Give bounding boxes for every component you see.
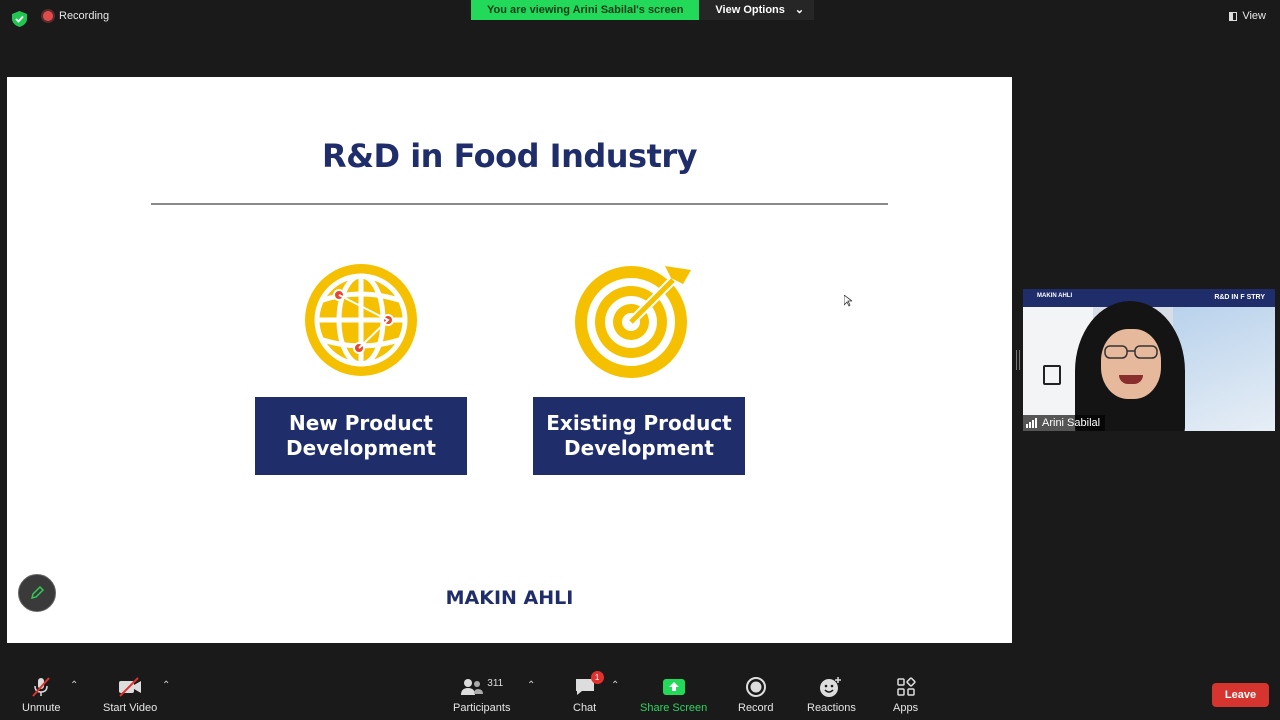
recording-dot-icon xyxy=(43,11,53,21)
participant-name-tag: Arini Sabilal xyxy=(1023,415,1106,431)
view-options-label: View Options xyxy=(715,4,785,16)
slide-title: R&D in Food Industry xyxy=(321,137,698,175)
view-options-button[interactable]: View Options ⌄ xyxy=(699,0,815,20)
video-options-caret[interactable]: ⌃ xyxy=(162,680,170,691)
reactions-label: Reactions xyxy=(807,702,856,714)
share-screen-label: Share Screen xyxy=(640,702,708,714)
view-button[interactable]: View xyxy=(1229,10,1266,22)
chat-button[interactable]: 1 Chat xyxy=(573,671,604,714)
box2-line1: Existing Product xyxy=(546,411,732,435)
apps-label: Apps xyxy=(893,702,919,714)
audio-options-caret[interactable]: ⌃ xyxy=(70,680,78,691)
participant-name: Arini Sabilal xyxy=(1042,417,1101,429)
mouse-cursor-icon xyxy=(844,295,852,307)
box1-line1: New Product xyxy=(289,411,433,435)
signal-bars-icon xyxy=(1026,418,1037,428)
document-icon xyxy=(1043,365,1061,385)
view-label: View xyxy=(1242,10,1266,22)
share-screen-icon xyxy=(662,679,685,695)
participant-face xyxy=(1101,329,1161,399)
video-off-icon xyxy=(119,677,142,697)
view-layout-icon xyxy=(1229,11,1238,21)
apps-icon xyxy=(896,677,916,696)
footer-brand: MAKIN AHLI xyxy=(445,587,574,609)
band-right-text: R&D IN F STRY xyxy=(1214,294,1265,301)
unmute-label: Unmute xyxy=(22,702,61,714)
video-background-lab xyxy=(1173,307,1275,431)
start-video-button[interactable]: Start Video xyxy=(103,676,157,714)
participants-options-caret[interactable]: ⌃ xyxy=(527,680,535,691)
participants-icon xyxy=(461,679,484,695)
share-screen-button[interactable]: Share Screen xyxy=(640,676,707,714)
shared-screen-slide: R&D in Food Industry New Product Develop… xyxy=(7,77,1012,643)
participant-video-tile[interactable]: MAKIN AHLI R&D IN F STRY Arini Sabilal xyxy=(1023,289,1275,431)
annotate-pen-button[interactable] xyxy=(18,574,56,612)
pen-icon xyxy=(30,585,45,600)
box2-line2: Development xyxy=(564,436,714,460)
band-left-text: MAKIN AHLI xyxy=(1037,293,1073,299)
chat-label: Chat xyxy=(573,702,597,714)
target-icon xyxy=(575,266,691,378)
participants-count: 311 xyxy=(487,677,504,689)
panel-splitter-handle[interactable] xyxy=(1016,350,1020,370)
viewing-message: You are viewing Arini Sabilal's screen xyxy=(471,0,700,20)
record-button[interactable]: Record xyxy=(738,676,773,714)
reactions-smiley-icon xyxy=(820,677,842,697)
apps-button[interactable]: Apps xyxy=(893,676,918,714)
record-label: Record xyxy=(738,702,774,714)
recording-label: Recording xyxy=(59,10,110,22)
chat-unread-badge: 1 xyxy=(590,671,604,684)
leave-button[interactable]: Leave xyxy=(1212,683,1269,707)
video-header-band: MAKIN AHLI R&D IN F STRY xyxy=(1023,289,1275,307)
start-video-label: Start Video xyxy=(103,702,158,714)
recording-indicator[interactable]: Recording xyxy=(43,10,109,22)
unmute-button[interactable]: Unmute xyxy=(22,676,61,714)
box1-line2: Development xyxy=(286,436,436,460)
globe-network-icon xyxy=(305,264,417,376)
glasses-icon xyxy=(1104,345,1158,359)
record-icon xyxy=(745,677,766,697)
screen-share-banner: You are viewing Arini Sabilal's screen V… xyxy=(471,0,815,20)
reactions-button[interactable]: Reactions xyxy=(807,676,856,714)
security-shield-icon[interactable] xyxy=(12,11,27,27)
new-product-development-box: New Product Development xyxy=(255,397,467,475)
chat-options-caret[interactable]: ⌃ xyxy=(611,680,619,691)
microphone-muted-icon xyxy=(32,677,51,697)
existing-product-development-box: Existing Product Development xyxy=(533,397,745,475)
title-divider xyxy=(151,203,888,205)
participants-button[interactable]: 311 Participants xyxy=(453,676,511,715)
chevron-down-icon: ⌄ xyxy=(794,4,805,16)
participants-label: Participants xyxy=(453,702,511,714)
